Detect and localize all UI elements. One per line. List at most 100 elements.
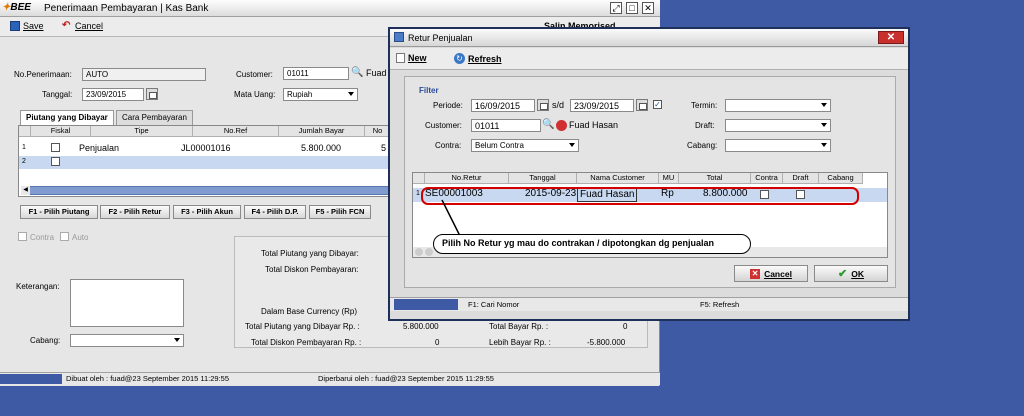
no-penerimaan-label: No.Penerimaan:: [14, 70, 72, 79]
keterangan-label: Keterangan:: [16, 282, 60, 291]
selection-highlight: [421, 187, 859, 205]
customer-label: Customer:: [425, 121, 462, 130]
clear-icon[interactable]: [556, 120, 567, 131]
lebih-bayar-label: Lebih Bayar Rp. :: [489, 338, 551, 347]
mata-uang-select[interactable]: Rupiah: [283, 88, 358, 101]
callout-pointer: [441, 199, 461, 237]
pilih-akun-button[interactable]: F3 - Pilih Akun: [173, 205, 241, 219]
refresh-button[interactable]: ↻ Refresh: [454, 53, 502, 64]
window-icon: [394, 32, 404, 42]
col-noretur: No.Retur: [425, 173, 509, 184]
contra-label: Contra: [30, 233, 55, 242]
auto-checkbox[interactable]: [60, 232, 69, 241]
scroll-left-icon[interactable]: ◀: [21, 186, 30, 195]
total-piutang-label: Total Piutang yang Dibayar:: [261, 249, 359, 258]
chevron-down-icon: [174, 338, 180, 342]
dialog-statusbar: F1: Cari Nomor F5: Refresh: [390, 297, 908, 311]
cancel-icon: ✕: [750, 268, 761, 279]
total-piutang-rp-value: 5.800.000: [403, 322, 439, 331]
pilih-piutang-button[interactable]: F1 - Pilih Piutang: [20, 205, 98, 219]
tab-cara-pembayaran[interactable]: Cara Pembayaran: [116, 110, 193, 125]
pilih-dp-button[interactable]: F4 - Pilih D.P.: [244, 205, 306, 219]
chevron-down-icon: [821, 103, 827, 107]
main-titlebar: ✦BEE Penerimaan Pembayaran | Kas Bank ⤢ …: [0, 0, 660, 17]
calendar-icon[interactable]: [146, 88, 158, 100]
termin-select[interactable]: [725, 99, 831, 112]
new-button[interactable]: New: [396, 53, 427, 63]
scroll-right-icon[interactable]: [425, 248, 433, 256]
tanggal-label: Tanggal:: [42, 90, 73, 99]
cancel-button[interactable]: ✕ Cancel: [734, 265, 808, 282]
termin-label: Termin:: [691, 101, 718, 110]
new-icon: [396, 53, 405, 63]
restore-icon[interactable]: ⤢: [610, 2, 622, 14]
scroll-left-icon[interactable]: [415, 248, 423, 256]
dialog-toolbar: New ↻ Refresh: [390, 48, 908, 70]
save-button[interactable]: Save: [10, 21, 44, 31]
chevron-down-icon: [569, 143, 575, 147]
chevron-down-icon: [821, 123, 827, 127]
piutang-grid: Fiskal Tipe No.Ref Jumlah Bayar No 1 Pen…: [18, 125, 391, 197]
dialog-title: Retur Penjualan: [408, 33, 473, 43]
filter-title: Filter: [419, 86, 439, 95]
draft-select[interactable]: [725, 119, 831, 132]
keterangan-textarea[interactable]: [70, 279, 184, 327]
periode-checkbox[interactable]: ✓: [653, 100, 662, 109]
col-draft: Draft: [783, 173, 819, 184]
customer-name: Fuad Hasan: [569, 120, 619, 130]
col-fiskal: Fiskal: [31, 126, 91, 137]
tanggal-field[interactable]: 23/09/2015: [82, 88, 144, 101]
contra-label: Contra:: [435, 141, 462, 150]
customer-name: Fuad: [366, 68, 387, 78]
table-row[interactable]: 1 Penjualan JL00001016 5.800.000 5: [19, 142, 389, 155]
calendar-icon[interactable]: [636, 99, 648, 111]
fiskal-checkbox[interactable]: [51, 157, 60, 166]
customer-code-field[interactable]: 01011: [471, 119, 541, 132]
col-jumlah-bayar: Jumlah Bayar: [279, 126, 365, 137]
chevron-down-icon: [821, 143, 827, 147]
col-mu: MU: [659, 173, 679, 184]
maximize-icon[interactable]: □: [626, 2, 638, 14]
window-title: Penerimaan Pembayaran | Kas Bank: [44, 3, 209, 14]
total-bayar-label: Total Bayar Rp. :: [489, 322, 549, 331]
main-statusbar: Dibuat oleh : fuad@23 September 2015 11:…: [0, 372, 660, 385]
calendar-icon[interactable]: [537, 99, 549, 111]
search-icon[interactable]: 🔍: [351, 67, 363, 78]
dibuat-oleh: Dibuat oleh : fuad@23 September 2015 11:…: [66, 374, 230, 383]
contra-select[interactable]: Belum Contra: [471, 139, 579, 152]
pilih-fcn-button[interactable]: F5 - Pilih FCN: [309, 205, 371, 219]
tab-piutang[interactable]: Piutang yang Dibayar: [20, 110, 114, 125]
check-icon: ✔: [838, 268, 848, 280]
close-icon[interactable]: ✕: [642, 2, 654, 14]
cancel-icon: ↶: [62, 20, 71, 31]
horizontal-scrollbar[interactable]: ◀: [21, 186, 389, 195]
periode-label: Periode:: [433, 101, 463, 110]
table-row[interactable]: 2: [19, 156, 389, 169]
periode-to-field[interactable]: 23/09/2015: [570, 99, 634, 112]
sd-label: s/d: [552, 100, 565, 110]
app-logo: ✦BEE: [2, 2, 31, 13]
ok-button[interactable]: ✔ OK: [814, 265, 888, 282]
col-tipe: Tipe: [91, 126, 193, 137]
total-bayar-value: 0: [623, 322, 628, 331]
cancel-button[interactable]: ↶ Cancel: [62, 20, 103, 32]
col-contra: Contra: [751, 173, 783, 184]
col-noref: No.Ref: [193, 126, 279, 137]
annotation-callout: Pilih No Retur yg mau do contrakan / dip…: [433, 234, 751, 254]
customer-code-field[interactable]: 01011: [283, 67, 349, 80]
search-icon[interactable]: 🔍: [542, 119, 554, 130]
chevron-down-icon: [348, 92, 354, 96]
cabang-select[interactable]: [70, 334, 184, 347]
base-currency-label: Dalam Base Currency (Rp): [261, 307, 358, 316]
cabang-select[interactable]: [725, 139, 831, 152]
pilih-retur-button[interactable]: F2 - Pilih Retur: [100, 205, 170, 219]
col-nama-customer: Nama Customer: [577, 173, 659, 184]
total-piutang-rp-label: Total Piutang yang Dibayar Rp. :: [245, 322, 360, 331]
fiskal-checkbox[interactable]: [51, 143, 60, 152]
periode-from-field[interactable]: 16/09/2015: [471, 99, 535, 112]
contra-checkbox[interactable]: [18, 232, 27, 241]
refresh-icon: ↻: [454, 53, 465, 64]
total-diskon-rp-value: 0: [435, 338, 440, 347]
close-icon[interactable]: ✕: [878, 31, 904, 44]
no-penerimaan-field[interactable]: AUTO: [82, 68, 206, 81]
